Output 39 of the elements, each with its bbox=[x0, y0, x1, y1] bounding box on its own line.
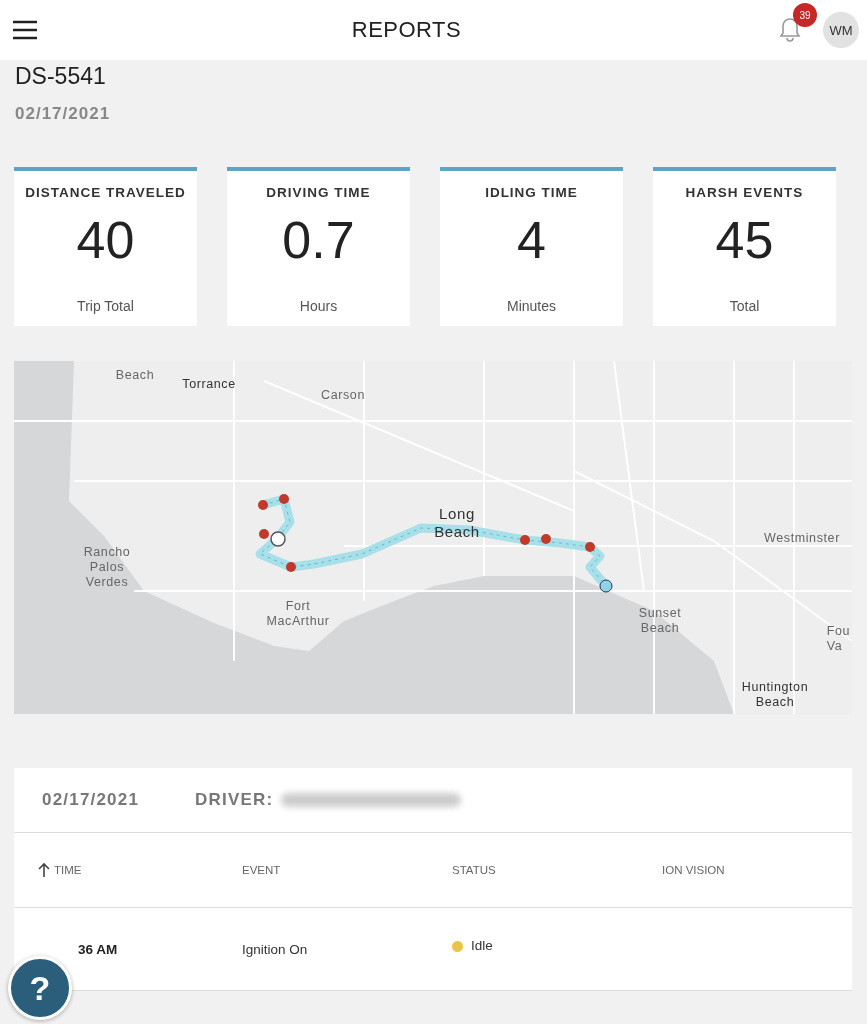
status-cell: Idle bbox=[471, 937, 493, 953]
stat-label: IDLING TIME bbox=[485, 185, 578, 200]
stat-value: 40 bbox=[76, 210, 135, 270]
column-header[interactable]: ION VISION bbox=[662, 864, 725, 876]
stat-label: DISTANCE TRAVELED bbox=[25, 185, 186, 200]
stat-unit: Trip Total bbox=[77, 298, 134, 314]
place-label: Huntington Beach bbox=[741, 680, 809, 710]
stat-unit: Minutes bbox=[507, 298, 556, 314]
trip-date: 02/17/2021 bbox=[42, 790, 140, 810]
driver-label: DRIVER: bbox=[195, 790, 274, 810]
place-label: Torrance bbox=[182, 376, 236, 392]
menu-icon[interactable] bbox=[12, 20, 38, 40]
place-label: Carson bbox=[321, 387, 365, 403]
place-label: Long Beach bbox=[434, 505, 480, 541]
notification-count: 39 bbox=[793, 3, 817, 27]
user-avatar[interactable]: WM bbox=[823, 12, 859, 48]
place-label: Fou Va bbox=[826, 624, 850, 654]
stat-value: 0.7 bbox=[282, 210, 355, 270]
stat-value: 45 bbox=[715, 210, 774, 270]
place-label: Beach bbox=[115, 367, 155, 383]
stat-unit: Total bbox=[729, 298, 760, 314]
stat-unit: Hours bbox=[299, 298, 338, 314]
stat-label: DRIVING TIME bbox=[266, 185, 371, 200]
sort-arrow-icon[interactable] bbox=[38, 862, 50, 878]
stat-label: HARSH EVENTS bbox=[685, 185, 804, 200]
place-label: Westminster bbox=[764, 530, 840, 546]
place-label: Fort MacArthur bbox=[266, 599, 330, 629]
vehicle-id: DS-5541 bbox=[15, 63, 107, 90]
column-header[interactable]: EVENT bbox=[242, 864, 281, 876]
report-date: 02/17/2021 bbox=[15, 104, 112, 124]
time-cell: 36 AM bbox=[78, 941, 118, 957]
place-label: Sunset Beach bbox=[638, 606, 682, 636]
place-label: Rancho Palos Verdes bbox=[83, 544, 131, 590]
stat-value: 4 bbox=[517, 210, 546, 270]
event-cell: Ignition On bbox=[242, 941, 308, 957]
page-title: REPORTS bbox=[350, 17, 463, 43]
column-header[interactable]: TIME bbox=[54, 864, 82, 876]
help-button[interactable]: ? bbox=[8, 956, 72, 1020]
column-header[interactable]: STATUS bbox=[452, 864, 496, 876]
